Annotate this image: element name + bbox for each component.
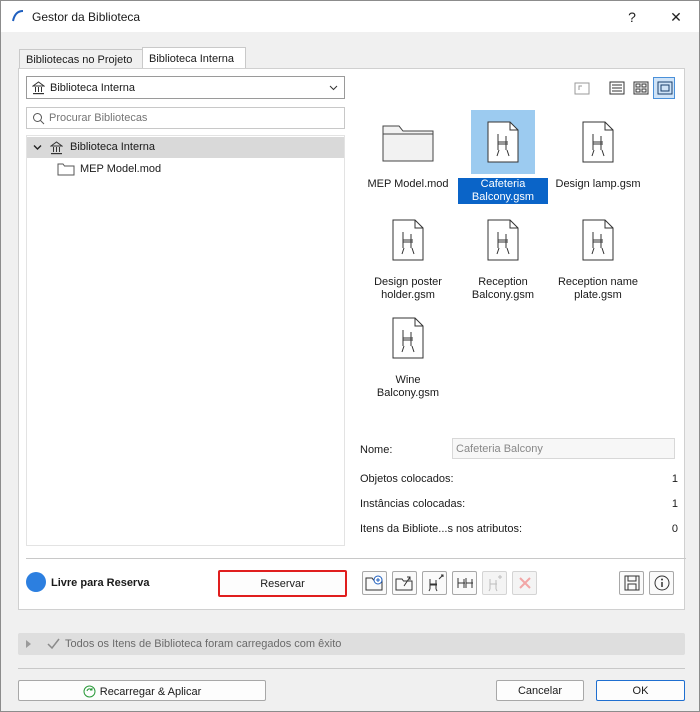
list-view-icon[interactable] — [608, 79, 626, 97]
divider — [18, 668, 685, 669]
item-label: Wine Balcony.gsm — [376, 374, 440, 399]
info-icon — [654, 575, 669, 591]
export-folder-button[interactable] — [392, 571, 417, 595]
library-dropdown[interactable]: Biblioteca Interna — [26, 76, 345, 99]
title-bar: Gestor da Biblioteca ? ✕ — [1, 1, 699, 32]
prop-label: Instâncias colocadas: — [360, 498, 466, 510]
chair-object-icon — [582, 219, 614, 261]
item-tile[interactable]: Reception Balcony.gsm — [458, 208, 548, 302]
reload-apply-button[interactable]: Recarregar & Aplicar — [18, 680, 266, 701]
item-tile[interactable]: MEP Model.mod — [363, 110, 453, 191]
chair-object-icon — [487, 219, 519, 261]
library-sidebar: Biblioteca Interna Biblioteca Interna ME… — [26, 76, 346, 546]
item-label: Cafeteria Balcony.gsm — [458, 178, 548, 204]
prop-label: Objetos colocados: — [360, 473, 454, 485]
export-folder-icon — [395, 576, 412, 591]
library-building-icon — [50, 141, 63, 155]
tree-item-label: MEP Model.mod — [80, 163, 162, 175]
multiple-objects-button[interactable] — [452, 571, 477, 595]
reserve-button[interactable]: Reservar — [218, 570, 347, 597]
chair-object-icon — [392, 219, 424, 261]
item-label: Reception Balcony.gsm — [471, 276, 535, 301]
chair-object-icon — [582, 121, 614, 163]
folder-icon — [382, 125, 434, 162]
multiple-objects-icon — [457, 578, 473, 588]
prop-value: 1 — [671, 473, 678, 485]
item-label: Reception name plate.gsm — [557, 276, 639, 301]
small-icons-view-icon[interactable] — [632, 79, 650, 97]
tab-project-libraries[interactable]: Bibliotecas no Projeto — [19, 49, 143, 69]
item-tile[interactable]: Wine Balcony.gsm — [363, 306, 453, 400]
item-label: MEP Model.mod — [367, 178, 449, 190]
save-icon — [624, 575, 639, 591]
close-icon — [518, 577, 531, 589]
tree-item-mep-model[interactable]: MEP Model.mod — [27, 159, 344, 180]
chevron-down-icon — [329, 85, 338, 91]
library-manager-window: Gestor da Biblioteca ? ✕ Bibliotecas no … — [0, 0, 700, 712]
app-logo-icon — [12, 10, 24, 22]
import-object-icon — [428, 574, 443, 592]
close-button[interactable]: ✕ — [661, 5, 691, 29]
chevron-down-icon[interactable] — [33, 143, 42, 152]
tree-item-label: Biblioteca Interna — [70, 141, 155, 153]
dropdown-value: Biblioteca Interna — [50, 82, 135, 94]
add-library-button[interactable] — [362, 571, 387, 595]
ok-button[interactable]: OK — [596, 680, 685, 701]
add-folder-icon — [365, 575, 382, 591]
prop-value: 0 — [671, 523, 678, 535]
item-label: Design lamp.gsm — [555, 178, 641, 190]
remove-button[interactable] — [512, 571, 537, 595]
chair-object-icon — [392, 317, 424, 359]
search-box — [26, 107, 345, 129]
status-indicator — [26, 572, 46, 592]
expand-arrow-icon[interactable] — [25, 640, 32, 648]
name-field: Cafeteria Balcony — [452, 438, 675, 459]
add-object-button[interactable] — [482, 571, 507, 595]
prop-row: Instâncias colocadas: 1 — [360, 498, 678, 510]
window-title: Gestor da Biblioteca — [32, 10, 141, 24]
save-button[interactable] — [619, 571, 644, 595]
item-label: Design poster holder.gsm — [374, 276, 442, 301]
large-icons-view-icon — [657, 81, 673, 95]
reload-label: Recarregar & Aplicar — [99, 686, 202, 698]
library-building-icon — [32, 81, 45, 95]
tab-embedded-library[interactable]: Biblioteca Interna — [142, 47, 246, 69]
library-tree: Biblioteca Interna MEP Model.mod — [26, 135, 345, 546]
add-object-icon — [488, 575, 502, 592]
reload-icon — [83, 685, 96, 698]
message-bar: Todos os Itens de Biblioteca foram carre… — [18, 633, 685, 655]
prop-row: Itens da Bibliote...s nos atributos: 0 — [360, 523, 678, 535]
status-label: Livre para Reserva — [51, 577, 150, 589]
import-object-button[interactable] — [422, 571, 447, 595]
prop-value: 1 — [671, 498, 678, 510]
item-tile[interactable]: Design lamp.gsm — [553, 110, 643, 191]
message-text: Todos os Itens de Biblioteca foram carre… — [65, 638, 342, 650]
item-tile[interactable]: Cafeteria Balcony.gsm — [458, 110, 548, 204]
search-input[interactable] — [49, 110, 339, 126]
divider — [26, 558, 686, 559]
prop-row: Objetos colocados: 1 — [360, 473, 678, 485]
help-button[interactable]: ? — [617, 5, 647, 29]
tree-item-embedded-library[interactable]: Biblioteca Interna — [27, 137, 344, 158]
chair-object-icon — [487, 121, 519, 163]
item-tile[interactable]: Reception name plate.gsm — [553, 208, 643, 302]
folder-icon — [57, 163, 75, 176]
cancel-button[interactable]: Cancelar — [496, 680, 584, 701]
item-tile[interactable]: Design poster holder.gsm — [363, 208, 453, 302]
prop-label: Itens da Bibliote...s nos atributos: — [360, 523, 523, 535]
checkmark-icon — [47, 638, 60, 650]
library-items-grid: MEP Model.mod Cafeteria Balcony.gsm Desi… — [360, 104, 679, 429]
go-up-folder-icon[interactable] — [573, 79, 591, 97]
info-button[interactable] — [649, 571, 674, 595]
prop-name-label: Nome: — [360, 444, 393, 456]
large-icons-view-button[interactable] — [653, 77, 675, 99]
search-icon — [33, 113, 45, 125]
